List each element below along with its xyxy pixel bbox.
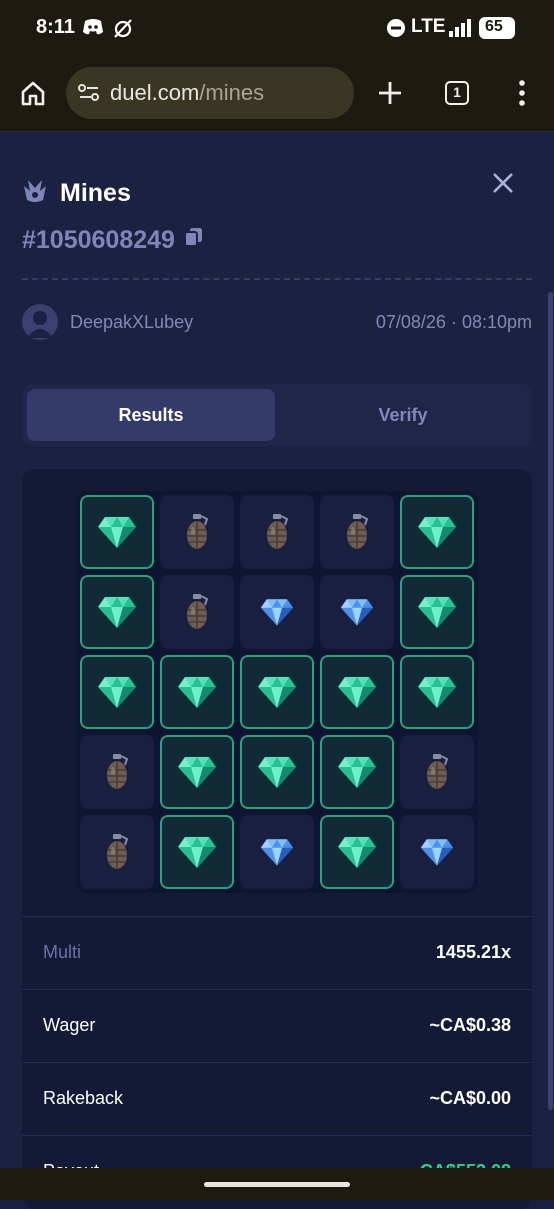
tile-unrevealed-gem (240, 815, 314, 889)
tile-revealed-gem (400, 575, 474, 649)
stat-label: Rakeback (43, 1088, 124, 1108)
address-bar[interactable]: duel.com/mines (66, 67, 354, 119)
tab-switcher-button[interactable]: 1 (445, 81, 469, 105)
page-title: Mines (60, 178, 131, 207)
tab-results[interactable]: Results (27, 389, 275, 441)
tile-mine (160, 495, 234, 569)
battery-level: 65 (485, 18, 503, 35)
url-path: /mines (199, 80, 265, 105)
results-panel: Multi 1455.21x Wager ~CA$0.38 Rakeback ~CA$0.… (22, 469, 532, 1209)
tile-mine (400, 735, 474, 809)
stat-label: Multi (43, 942, 82, 962)
stat-row-wager: Wager ~CA$0.38 (22, 989, 532, 1061)
signal-icon (448, 18, 472, 43)
stat-row-rakeback: Rakeback ~CA$0.00 (22, 1062, 532, 1134)
system-nav-bar (0, 1168, 554, 1200)
mines-board (76, 491, 478, 893)
close-icon[interactable] (486, 166, 520, 200)
more-options-icon[interactable] (518, 80, 526, 111)
tab-count: 1 (453, 84, 461, 100)
stat-value: ~CA$0.00 (429, 1088, 511, 1108)
tab-verify[interactable]: Verify (279, 389, 527, 441)
bet-id: #1050608249 (22, 226, 175, 254)
do-not-disturb-icon (386, 18, 406, 43)
stat-value: 1455.21x (435, 942, 511, 962)
user-row: DeepakXLubey 07/08/26 · 08:10pm (22, 302, 532, 342)
bet-id-row: #1050608249 (22, 226, 205, 255)
modal-header: Mines (22, 176, 131, 210)
tile-revealed-gem (240, 655, 314, 729)
copy-icon[interactable] (183, 226, 205, 255)
home-icon[interactable] (20, 80, 46, 111)
avatar[interactable] (22, 304, 58, 340)
new-tab-icon[interactable] (377, 80, 403, 111)
mines-game-icon (22, 178, 48, 209)
discord-icon (82, 18, 104, 41)
tile-revealed-gem (80, 495, 154, 569)
home-gesture-handle[interactable] (204, 1182, 350, 1187)
stat-row-multi: Multi 1455.21x (22, 916, 532, 988)
tile-unrevealed-gem (320, 575, 394, 649)
username[interactable]: DeepakXLubey (70, 312, 193, 333)
tile-revealed-gem (400, 495, 474, 569)
tile-revealed-gem (400, 655, 474, 729)
tile-revealed-gem (80, 655, 154, 729)
site-settings-icon[interactable] (78, 83, 100, 108)
tile-revealed-gem (160, 815, 234, 889)
stat-value: ~CA$0.38 (429, 1015, 511, 1035)
tile-mine (240, 495, 314, 569)
tile-revealed-gem (160, 655, 234, 729)
tile-unrevealed-gem (400, 815, 474, 889)
tile-revealed-gem (160, 735, 234, 809)
bet-details-modal: Mines #1050608249 DeepakXLubey 07/08/26 … (0, 132, 554, 1209)
tile-mine (320, 495, 394, 569)
alarm-off-icon (112, 17, 134, 44)
bet-datetime: 07/08/26 · 08:10pm (375, 312, 532, 332)
stat-label: Wager (43, 1015, 96, 1035)
tile-revealed-gem (320, 655, 394, 729)
tile-revealed-gem (240, 735, 314, 809)
tile-unrevealed-gem (240, 575, 314, 649)
tile-revealed-gem (80, 575, 154, 649)
url-domain: duel.com (110, 80, 200, 105)
tile-mine (80, 815, 154, 889)
battery-icon: 65 (479, 17, 515, 39)
status-bar: 8:11 LTE 65 (0, 0, 554, 58)
browser-toolbar: duel.com/mines 1 (0, 58, 554, 132)
status-time: 8:11 (36, 16, 75, 38)
results-verify-tabs: Results Verify (22, 384, 532, 446)
tile-revealed-gem (320, 815, 394, 889)
url-text[interactable]: duel.com/mines (110, 80, 264, 106)
tile-mine (160, 575, 234, 649)
divider (22, 278, 532, 280)
tile-revealed-gem (320, 735, 394, 809)
network-type: LTE (411, 16, 446, 37)
tile-mine (80, 735, 154, 809)
scrollbar[interactable] (548, 292, 553, 1110)
